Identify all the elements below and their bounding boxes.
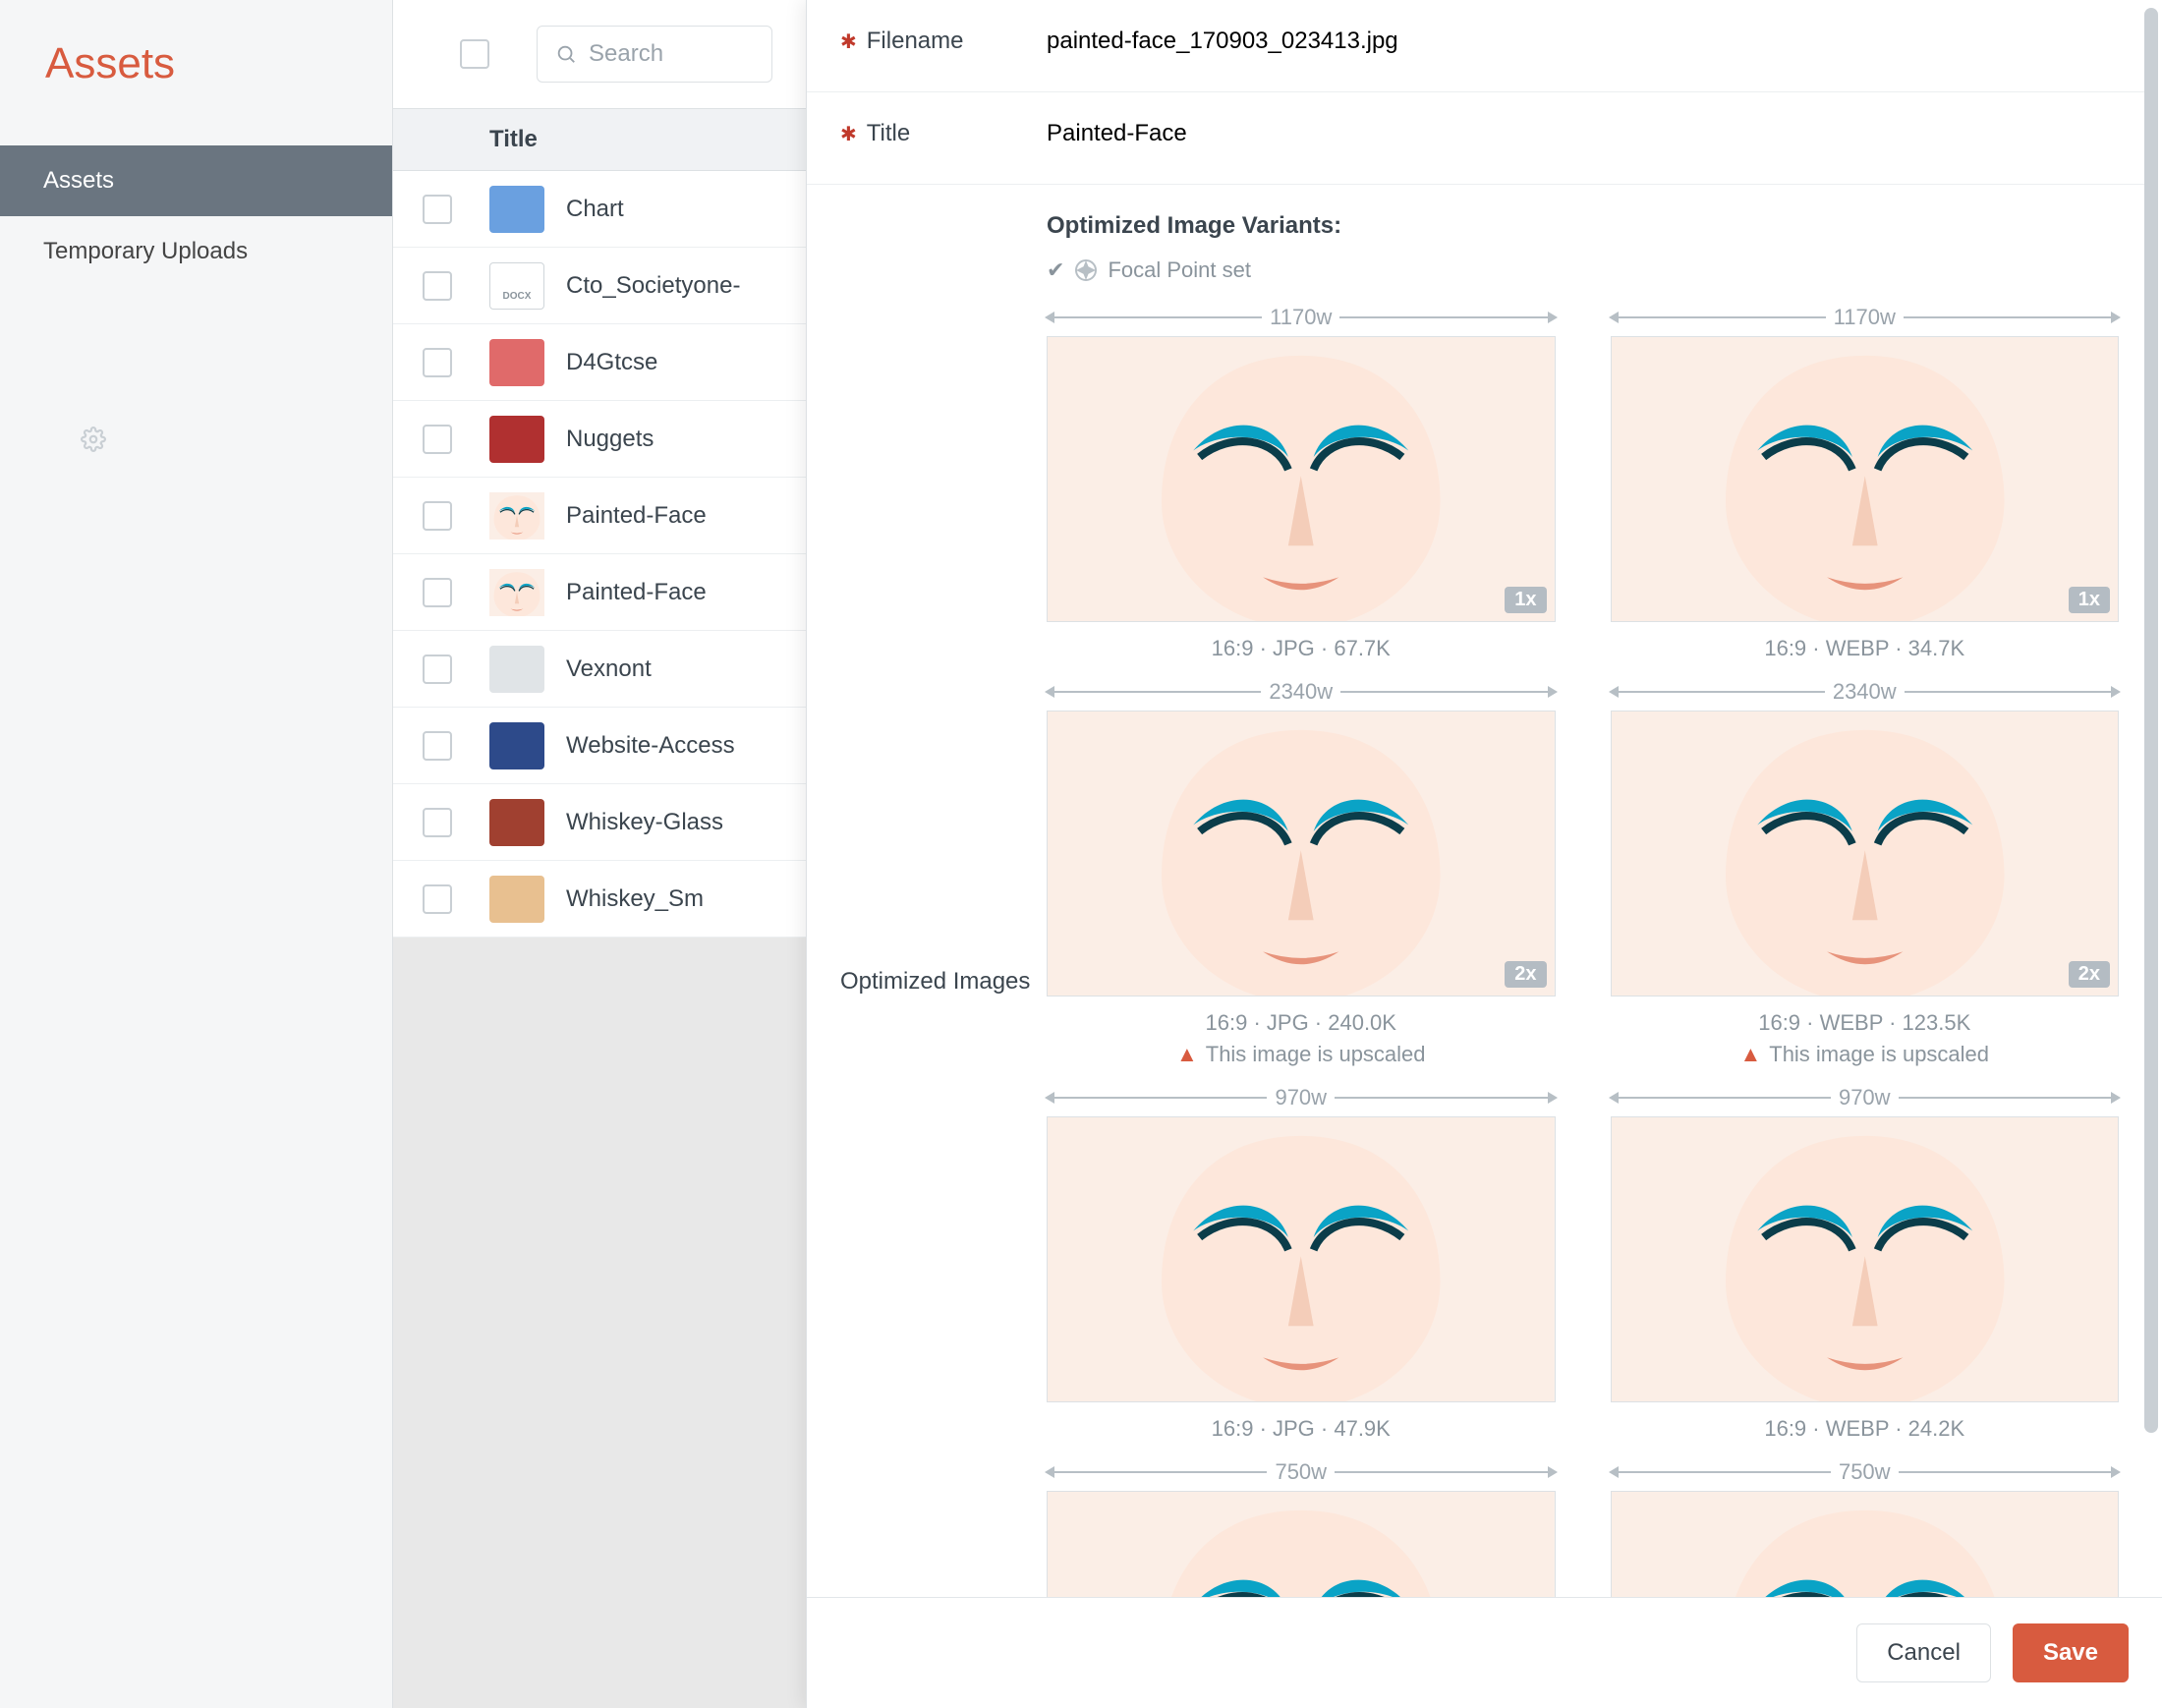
row-checkbox[interactable]	[423, 501, 452, 531]
row-checkbox[interactable]	[423, 348, 452, 377]
row-title: Nuggets	[566, 426, 654, 453]
thumbnail	[489, 416, 544, 463]
search-icon	[555, 43, 577, 65]
thumbnail	[489, 339, 544, 386]
row-checkbox[interactable]	[423, 655, 452, 684]
variant-width: 970w	[1839, 1085, 1891, 1110]
select-all-checkbox[interactable]	[460, 39, 489, 69]
thumbnail	[489, 646, 544, 693]
sidebar-item[interactable]: Temporary Uploads	[0, 216, 392, 287]
row-checkbox[interactable]	[423, 808, 452, 837]
variant-meta: 16:9 · JPG · 67.7K	[1212, 636, 1391, 661]
variant-width: 750w	[1275, 1459, 1327, 1485]
variant-width: 750w	[1839, 1459, 1891, 1485]
thumbnail	[489, 799, 544, 846]
scale-badge: 1x	[2069, 587, 2110, 613]
variant-width: 2340w	[1833, 679, 1897, 705]
variant-width: 970w	[1275, 1085, 1327, 1110]
page-title: Assets	[0, 0, 392, 134]
search-placeholder: Search	[589, 40, 663, 68]
variant-card[interactable]: 2340w 2x 16:9 · WEBP · 123.5K ▲ This image i…	[1611, 679, 2120, 1067]
optimized-images-label: Optimized Images	[840, 965, 1030, 998]
warning-icon: ▲	[1176, 1042, 1198, 1067]
variant-meta: 16:9 · JPG · 47.9K	[1212, 1416, 1391, 1442]
variant-image: 2x	[1611, 711, 2120, 996]
asset-detail-panel: ✱ Filename ✱ Title Optimized Images Optimi…	[806, 0, 2162, 1708]
row-title: Website-Access	[566, 732, 735, 760]
row-checkbox[interactable]	[423, 884, 452, 914]
variants-header: Optimized Image Variants:	[1047, 212, 2119, 240]
variant-card[interactable]: 1170w 1x 16:9 · WEBP · 34.7K	[1611, 305, 2120, 661]
gear-icon[interactable]	[35, 381, 151, 500]
scrollbar[interactable]	[2144, 8, 2158, 1433]
required-icon: ✱	[840, 29, 857, 54]
thumbnail	[489, 492, 544, 540]
upscale-text: This image is upscaled	[1769, 1042, 1989, 1067]
filename-field[interactable]	[1047, 28, 2119, 55]
variant-card[interactable]: 970w 16:9 · WEBP · 24.2K	[1611, 1085, 2120, 1442]
variant-image: 1x	[1611, 336, 2120, 622]
scale-badge: 2x	[1505, 961, 1546, 988]
required-icon: ✱	[840, 122, 857, 146]
thumbnail	[489, 569, 544, 616]
variant-image: 1x	[1047, 336, 1556, 622]
variant-meta: 16:9 · WEBP · 34.7K	[1764, 636, 1964, 661]
row-title: Painted-Face	[566, 502, 707, 530]
row-title: Cto_Societyone-	[566, 272, 740, 300]
row-checkbox[interactable]	[423, 731, 452, 761]
row-checkbox[interactable]	[423, 578, 452, 607]
upscale-text: This image is upscaled	[1206, 1042, 1426, 1067]
variant-image	[1047, 1116, 1556, 1402]
row-checkbox[interactable]	[423, 271, 452, 301]
sidebar-item[interactable]: Assets	[0, 145, 392, 216]
row-title: Vexnont	[566, 655, 652, 683]
search-input[interactable]: Search	[537, 26, 772, 83]
variant-card[interactable]: 970w 16:9 · JPG · 47.9K	[1047, 1085, 1556, 1442]
focal-point-text: Focal Point set	[1108, 257, 1251, 283]
row-title: Painted-Face	[566, 579, 707, 606]
variant-meta: 16:9 · JPG · 240.0K	[1206, 1010, 1396, 1036]
title-label: Title	[867, 120, 910, 147]
thumbnail	[489, 722, 544, 769]
row-title: Whiskey_Sm	[566, 885, 704, 913]
variant-width: 1170w	[1834, 305, 1896, 330]
thumbnail	[489, 186, 544, 233]
variant-card[interactable]: 1170w 1x 16:9 · JPG · 67.7K	[1047, 305, 1556, 661]
warning-icon: ▲	[1739, 1042, 1761, 1067]
cancel-button[interactable]: Cancel	[1856, 1623, 1991, 1682]
scale-badge: 1x	[1505, 587, 1546, 613]
filename-label: Filename	[867, 28, 964, 55]
variant-image	[1047, 1491, 1556, 1597]
thumbnail: DOCX	[489, 262, 544, 310]
variant-image	[1611, 1116, 2120, 1402]
variant-card[interactable]: 2340w 2x 16:9 · JPG · 240.0K ▲ This image is…	[1047, 679, 1556, 1067]
variant-width: 2340w	[1269, 679, 1333, 705]
row-title: Whiskey-Glass	[566, 809, 723, 836]
variant-card[interactable]: 750w	[1047, 1459, 1556, 1597]
variant-card[interactable]: 750w	[1611, 1459, 2120, 1597]
save-button[interactable]: Save	[2013, 1623, 2129, 1682]
check-icon: ✔	[1047, 257, 1064, 283]
row-checkbox[interactable]	[423, 195, 452, 224]
variant-meta: 16:9 · WEBP · 24.2K	[1764, 1416, 1964, 1442]
thumbnail	[489, 876, 544, 923]
row-checkbox[interactable]	[423, 425, 452, 454]
scale-badge: 2x	[2069, 961, 2110, 988]
variant-width: 1170w	[1270, 305, 1332, 330]
variant-image: 2x	[1047, 711, 1556, 996]
aperture-icon	[1074, 258, 1098, 282]
variant-meta: 16:9 · WEBP · 123.5K	[1758, 1010, 1970, 1036]
title-field[interactable]	[1047, 120, 2119, 147]
row-title: Chart	[566, 196, 624, 223]
row-title: D4Gtcse	[566, 349, 657, 376]
variant-image	[1611, 1491, 2120, 1597]
